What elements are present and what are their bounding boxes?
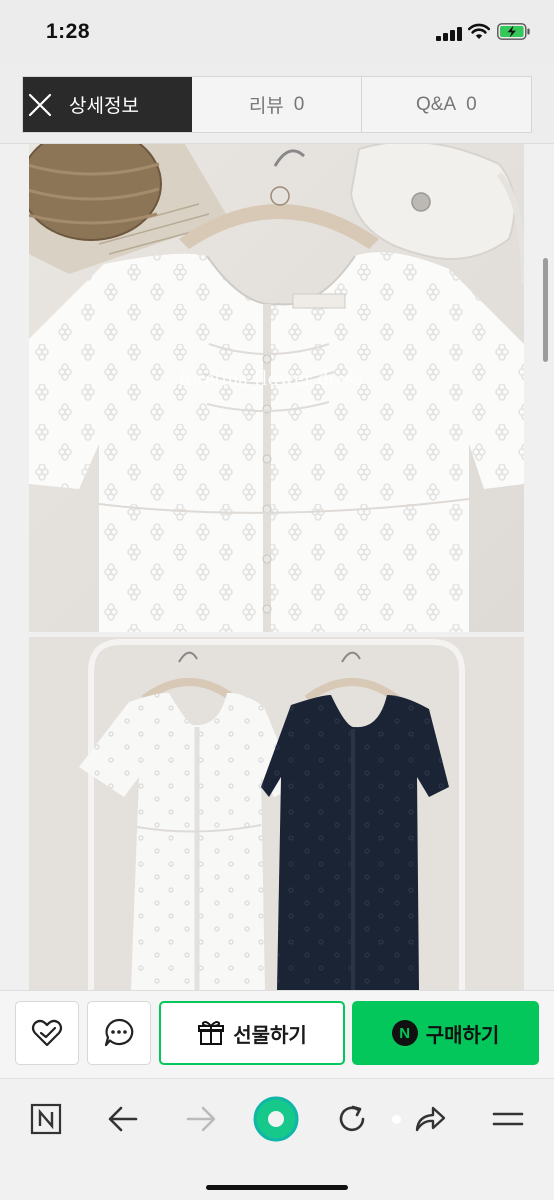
share-button[interactable] <box>408 1097 452 1141</box>
chat-bubble-icon <box>104 1018 134 1047</box>
menu-icon <box>492 1112 524 1126</box>
battery-charging-icon <box>497 23 530 40</box>
home-indicator[interactable] <box>206 1185 348 1190</box>
buy-button-label: 구매하기 <box>425 1024 500 1047</box>
tab-review-label: 리뷰 <box>248 96 284 117</box>
gift-button-label: 선물하기 <box>233 1024 307 1047</box>
naver-pay-badge: N <box>391 1020 418 1046</box>
tab-review-count: 0 <box>293 93 305 115</box>
forward-arrow-icon <box>186 1106 216 1132</box>
n-logo-button[interactable] <box>24 1097 68 1141</box>
tab-qna-count: 0 <box>466 93 477 115</box>
tab-qna-label: Q&A <box>416 93 457 115</box>
cellular-signal-icon <box>436 27 462 41</box>
status-time: 1:28 <box>46 20 91 43</box>
like-button[interactable] <box>15 1001 79 1065</box>
tab-detail-info[interactable]: 상세정보 <box>23 77 193 132</box>
product-photo-two-dresses <box>29 637 524 990</box>
n-logo-icon <box>30 1103 62 1135</box>
product-photo-white-dress: foretina flower dress <box>29 144 524 632</box>
status-bar: 1:28 <box>0 0 554 62</box>
tab-detail-label: 상세정보 <box>69 96 139 117</box>
tab-review[interactable]: 리뷰 0 <box>192 77 362 132</box>
tab-qna[interactable]: Q&A 0 <box>362 77 531 132</box>
purchase-action-bar: 선물하기 N 구매하기 <box>0 990 554 1078</box>
wifi-icon <box>467 23 491 39</box>
share-icon <box>415 1106 446 1132</box>
talk-button[interactable] <box>87 1001 151 1065</box>
scrollbar-thumb[interactable] <box>543 258 548 362</box>
green-ball-icon <box>253 1096 299 1142</box>
buy-button[interactable]: N 구매하기 <box>352 1001 539 1065</box>
back-arrow-icon <box>108 1106 138 1132</box>
refresh-button[interactable] <box>330 1097 374 1141</box>
browser-toolbar <box>0 1078 554 1200</box>
back-button[interactable] <box>101 1097 145 1141</box>
page-indicator-dot <box>390 1097 402 1141</box>
product-detail-content[interactable]: foretina flower dress <box>0 144 554 990</box>
gift-button[interactable]: 선물하기 <box>159 1001 345 1065</box>
menu-button[interactable] <box>486 1097 530 1141</box>
gift-icon <box>198 1021 225 1045</box>
close-icon[interactable] <box>28 93 52 117</box>
refresh-icon <box>339 1105 365 1132</box>
detail-tab-bar: 상세정보 리뷰 0 Q&A 0 <box>22 76 532 133</box>
heart-check-icon <box>31 1019 63 1047</box>
green-dot-button[interactable] <box>253 1095 299 1143</box>
photo-caption: foretina flower dress <box>179 366 364 390</box>
forward-button[interactable] <box>179 1097 223 1141</box>
